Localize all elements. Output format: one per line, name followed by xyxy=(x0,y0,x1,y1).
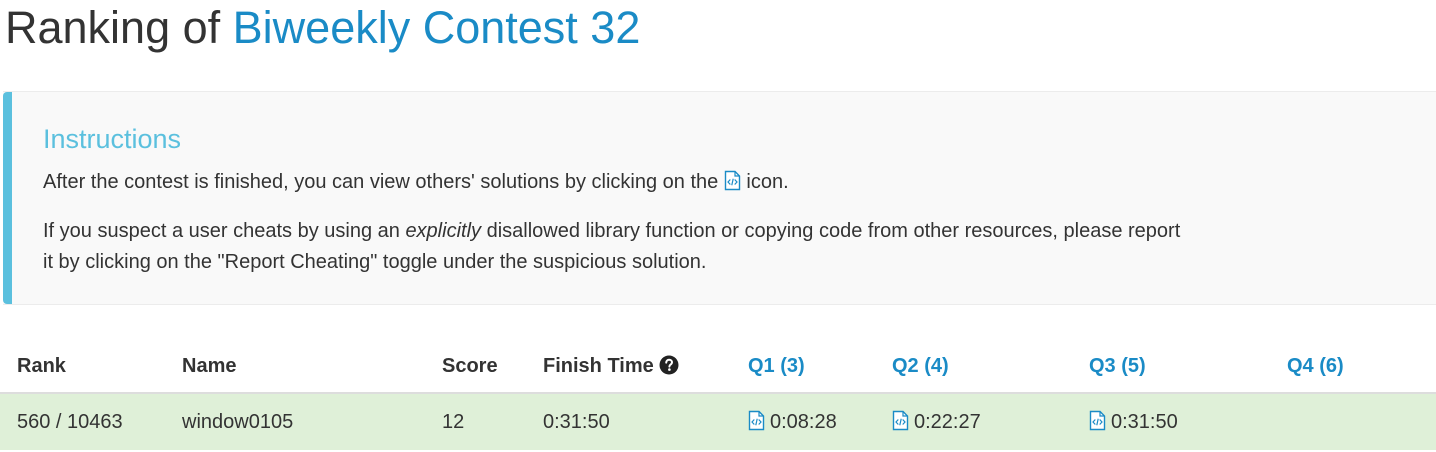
instructions-emphasis: explicitly xyxy=(405,220,482,242)
instructions-accent-bar xyxy=(3,92,12,304)
page-title: Ranking of Biweekly Contest 32 xyxy=(5,0,640,60)
question-circle-icon[interactable] xyxy=(659,355,679,375)
header-q3[interactable]: Q3 (5) xyxy=(1089,341,1287,394)
cell-finish-time: 0:31:50 xyxy=(543,393,748,450)
code-file-icon xyxy=(724,170,741,191)
header-finish-time-label: Finish Time xyxy=(543,355,654,377)
cell-q3-time: 0:31:50 xyxy=(1111,411,1178,433)
instructions-line-1: After the contest is finished, you can v… xyxy=(43,170,789,194)
cell-q2: 0:22:27 xyxy=(892,393,1089,450)
contest-link[interactable]: Biweekly Contest 32 xyxy=(233,2,641,53)
cell-q2-time: 0:22:27 xyxy=(914,411,981,433)
table-header-row: Rank Name Score Finish Time Q1 (3) Q2 (4… xyxy=(0,341,1436,394)
cell-name: window0105 xyxy=(182,393,442,450)
header-score: Score xyxy=(442,341,543,394)
code-file-icon[interactable] xyxy=(892,410,909,431)
instructions-panel: Instructions After the contest is finish… xyxy=(3,91,1436,305)
header-name: Name xyxy=(182,341,442,394)
code-file-icon[interactable] xyxy=(748,410,765,431)
ranking-table: Rank Name Score Finish Time Q1 (3) Q2 (4… xyxy=(0,341,1436,450)
table-row: 560 / 10463 window0105 12 0:31:50 0:08:2… xyxy=(0,393,1436,450)
header-q1[interactable]: Q1 (3) xyxy=(748,341,892,394)
cell-q4 xyxy=(1287,393,1436,450)
cell-q3: 0:31:50 xyxy=(1089,393,1287,450)
header-q4[interactable]: Q4 (6) xyxy=(1287,341,1436,394)
instructions-title: Instructions xyxy=(43,124,182,154)
cell-q1-time: 0:08:28 xyxy=(770,411,837,433)
instructions-line-1-text: After the contest is finished, you can v… xyxy=(43,171,719,193)
instructions-line-2: If you suspect a user cheats by using an… xyxy=(43,216,1193,278)
instructions-line-1-end: icon. xyxy=(746,171,789,193)
header-rank: Rank xyxy=(0,341,182,394)
code-file-icon[interactable] xyxy=(1089,410,1106,431)
header-finish-time: Finish Time xyxy=(543,341,748,394)
cell-score: 12 xyxy=(442,393,543,450)
instructions-line-2-start: If you suspect a user cheats by using an xyxy=(43,220,400,242)
cell-q1: 0:08:28 xyxy=(748,393,892,450)
title-prefix: Ranking of xyxy=(5,2,221,53)
header-q2[interactable]: Q2 (4) xyxy=(892,341,1089,394)
cell-rank: 560 / 10463 xyxy=(0,393,182,450)
